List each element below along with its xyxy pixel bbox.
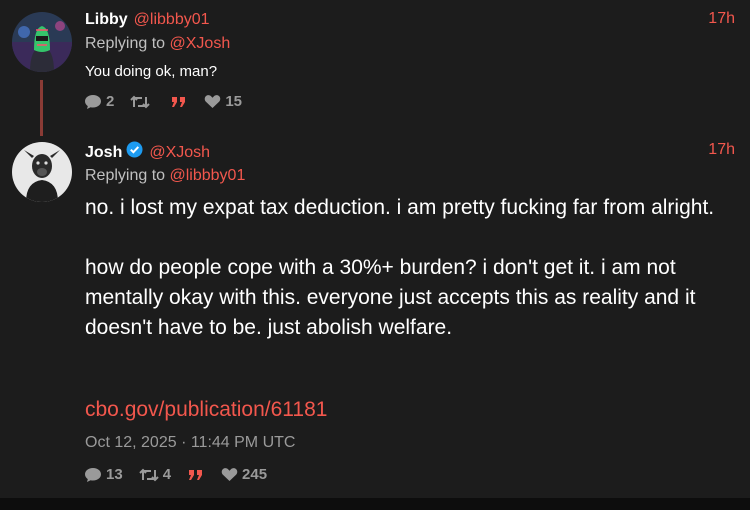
main-retweet-button[interactable]: 4 [138,466,172,483]
retweet-icon [130,95,151,108]
reply-replying-prefix: Replying to [85,35,166,52]
reply-time[interactable]: 17h [708,10,735,28]
main-handle[interactable]: @XJosh [149,143,210,163]
main-tweet-timestamp[interactable]: Oct 12, 2025 · 11:44 PM UTC [85,434,295,452]
reply-like-count: 15 [225,93,243,110]
thread-card: Libby @libbby01 17h Replying to @XJosh Y… [0,0,750,498]
main-tweet-body: no. i lost my expat tax deduction. i am … [85,193,735,343]
main-replying-handle[interactable]: @libbby01 [170,167,246,184]
verified-badge-icon [126,141,143,164]
main-time[interactable]: 17h [708,141,735,159]
comment-bubble-icon [85,467,101,482]
main-quote-button[interactable] [187,468,205,482]
main-tweet-paragraph-2: how do people cope with a 30%+ burden? i… [85,256,696,339]
reply-tweet-header: Libby @libbby01 [85,10,210,30]
main-like-count: 245 [242,466,268,483]
reply-quote-button[interactable] [170,95,188,109]
heart-icon [221,468,238,481]
reply-reply-button[interactable]: 2 [84,93,114,110]
libby-avatar[interactable] [12,12,72,72]
reply-replying-handle[interactable]: @XJosh [170,35,231,52]
reply-handle[interactable]: @libbby01 [134,10,210,30]
main-reply-count: 13 [106,466,123,483]
main-retweet-count: 4 [162,466,172,483]
main-like-button[interactable]: 245 [221,466,267,483]
retweet-icon [138,468,159,481]
main-tweet-actions: 13 4 245 [84,466,283,483]
josh-avatar[interactable] [12,142,72,202]
main-reply-button[interactable]: 13 [84,466,123,483]
main-tweet-link[interactable]: cbo.gov/publication/61181 [85,398,327,422]
main-display-name[interactable]: Josh [85,143,122,163]
quote-icon [189,469,203,480]
page-bottom-edge [0,498,750,510]
comment-bubble-icon [85,94,101,109]
reply-reply-count: 2 [106,93,115,110]
reply-tweet-actions: 2 15 [84,93,258,110]
main-tweet-header: Josh @XJosh [85,141,210,164]
main-replying-prefix: Replying to [85,167,166,184]
main-tweet-paragraph-1: no. i lost my expat tax deduction. i am … [85,196,715,219]
quote-icon [172,96,186,107]
heart-icon [205,95,221,108]
reply-like-button[interactable]: 15 [204,93,242,110]
thread-connector-line [40,80,43,136]
reply-tweet-text: You doing ok, man? [85,63,218,80]
main-replying-to: Replying to @libbby01 [85,167,245,185]
reply-retweet-button[interactable] [130,94,154,110]
reply-replying-to: Replying to @XJosh [85,35,230,53]
reply-display-name[interactable]: Libby [85,10,128,30]
